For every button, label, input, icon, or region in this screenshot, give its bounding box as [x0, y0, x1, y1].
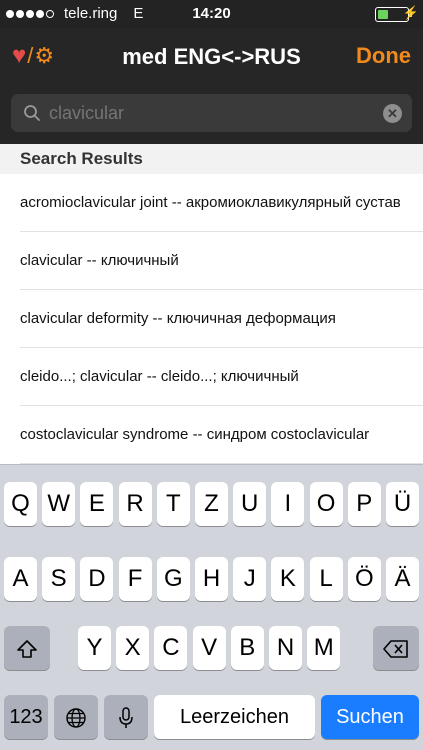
results-section-header: Search Results	[0, 144, 423, 174]
key-p[interactable]: P	[347, 482, 381, 526]
key-k[interactable]: K	[271, 557, 305, 601]
status-time: 14:20	[192, 5, 231, 22]
key-r[interactable]: R	[118, 482, 152, 526]
result-item-text: clavicular deformity -- ключичная деформ…	[20, 310, 336, 327]
space-key[interactable]: Leerzeichen	[154, 695, 315, 739]
done-button[interactable]: Done	[356, 43, 411, 69]
dictation-key[interactable]	[104, 695, 148, 739]
result-item-text: acromioclavicular joint -- акромиоклавик…	[20, 194, 401, 211]
key-o[interactable]: O	[309, 482, 343, 526]
key-n[interactable]: N	[269, 626, 302, 670]
search-field[interactable]: ✕	[11, 94, 412, 132]
key-c[interactable]: C	[154, 626, 188, 670]
key-v[interactable]: V	[192, 626, 226, 670]
search-input[interactable]	[49, 102, 369, 124]
key-m[interactable]: M	[307, 626, 341, 670]
key-ä[interactable]: Ä	[386, 557, 419, 601]
shift-key[interactable]	[4, 626, 50, 670]
microphone-icon	[119, 706, 133, 728]
result-item[interactable]: acromioclavicular joint -- акромиоклавик…	[20, 174, 423, 232]
key-j[interactable]: J	[233, 557, 267, 601]
result-item-text: clavicular -- ключичный	[20, 252, 179, 269]
search-key[interactable]: Suchen	[321, 695, 419, 739]
key-a[interactable]: A	[4, 557, 37, 601]
key-x[interactable]: X	[116, 626, 150, 670]
key-y[interactable]: Y	[78, 626, 111, 670]
clear-search-icon[interactable]: ✕	[383, 104, 402, 123]
key-w[interactable]: W	[42, 482, 76, 526]
key-h[interactable]: H	[195, 557, 228, 601]
key-t[interactable]: T	[156, 482, 190, 526]
globe-icon	[66, 707, 86, 728]
result-item[interactable]: costoclavicular syndrome -- синдром cost…	[20, 406, 423, 464]
result-item[interactable]: clavicular deformity -- ключичная деформ…	[20, 290, 423, 348]
on-screen-keyboard: Q W E R T Z U I O P Ü A S D F G H J K L Ö Ä Y X C V B N M 123 Leerzeic…	[0, 464, 423, 750]
key-s[interactable]: S	[42, 557, 76, 601]
result-item[interactable]: cleido...; clavicular -- cleido...; ключ…	[20, 348, 423, 406]
backspace-icon	[383, 639, 408, 658]
key-ö[interactable]: Ö	[347, 557, 381, 601]
result-item-text: cleido...; clavicular -- cleido...; ключ…	[20, 368, 299, 385]
search-bar: ✕	[0, 84, 423, 144]
key-ü[interactable]: Ü	[386, 482, 419, 526]
result-item-text: costoclavicular syndrome -- синдром cost…	[20, 426, 370, 443]
status-bar: tele.ring E 14:20 ⚡	[0, 0, 423, 28]
key-f[interactable]: F	[118, 557, 152, 601]
search-icon	[24, 105, 40, 121]
charging-icon: ⚡	[402, 5, 419, 20]
globe-key[interactable]	[54, 695, 98, 739]
key-d[interactable]: D	[80, 557, 114, 601]
key-l[interactable]: L	[309, 557, 343, 601]
key-u[interactable]: U	[233, 482, 267, 526]
navigation-bar: ♥ / ⚙ med ENG<->RUS Done	[0, 28, 423, 84]
key-z[interactable]: Z	[195, 482, 228, 526]
shift-icon	[17, 639, 37, 658]
key-g[interactable]: G	[156, 557, 190, 601]
results-list: acromioclavicular joint -- акромиоклавик…	[0, 174, 423, 464]
numbers-key[interactable]: 123	[4, 695, 48, 739]
key-q[interactable]: Q	[4, 482, 37, 526]
delete-key[interactable]	[373, 626, 419, 670]
key-e[interactable]: E	[80, 482, 114, 526]
result-item[interactable]: clavicular -- ключичный	[20, 232, 423, 290]
key-i[interactable]: I	[271, 482, 305, 526]
key-b[interactable]: B	[230, 626, 264, 670]
